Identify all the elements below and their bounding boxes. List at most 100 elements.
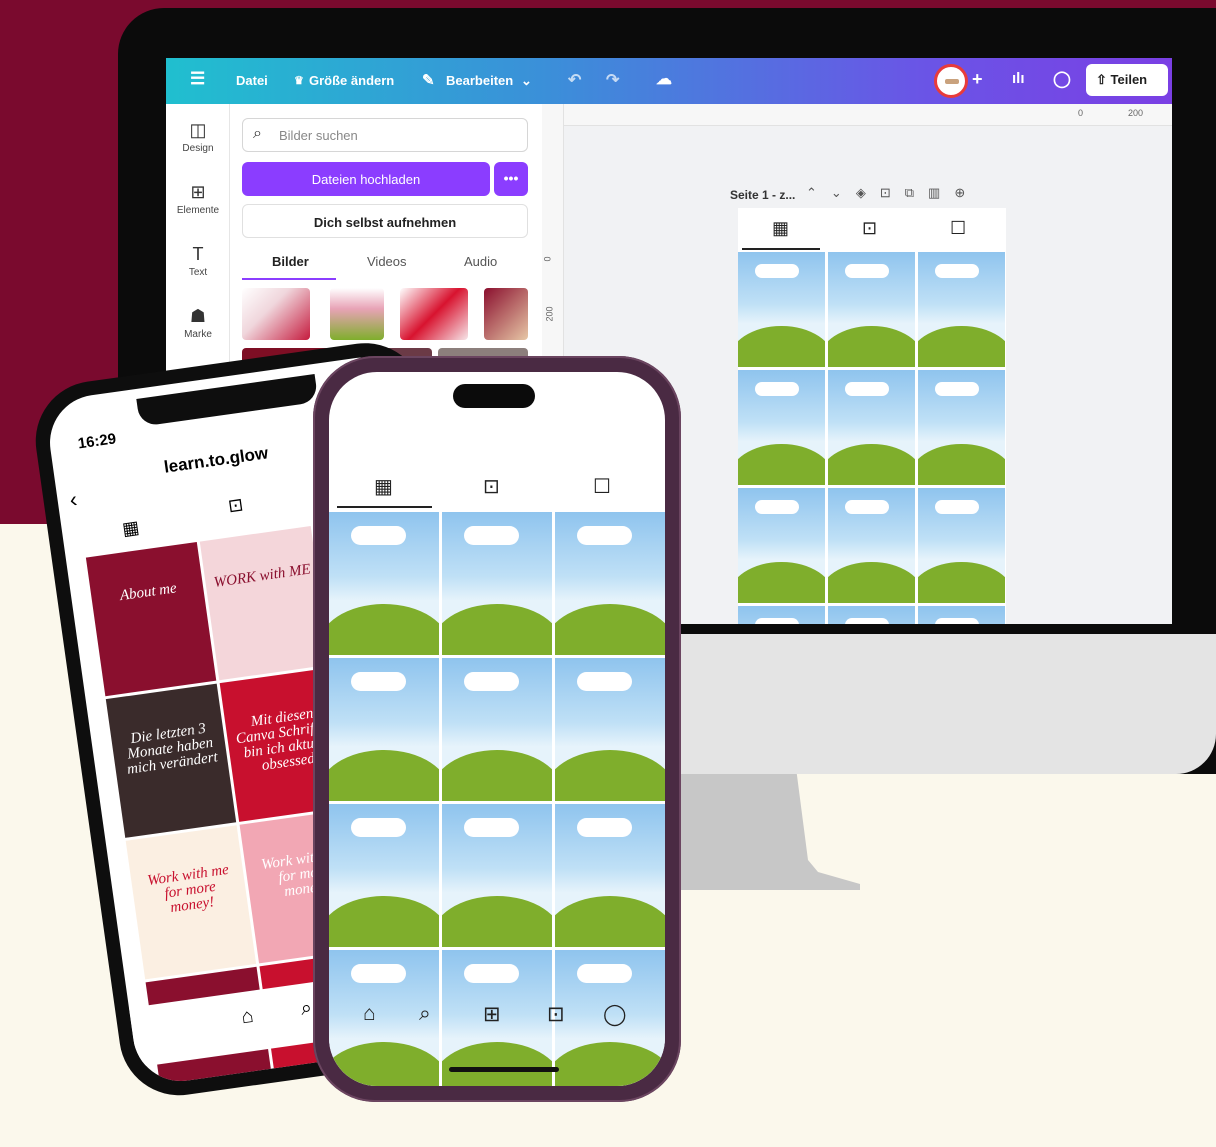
chevron-down-icon[interactable]: ⌄	[521, 73, 532, 89]
share-icon: ⇧	[1096, 72, 1111, 87]
edit-menu[interactable]: Bearbeiten	[446, 73, 513, 88]
hide-icon[interactable]: ◈	[856, 185, 880, 200]
cloud-shape	[464, 526, 519, 545]
post-placeholder[interactable]	[442, 804, 552, 947]
post-placeholder[interactable]	[828, 370, 915, 485]
comment-icon[interactable]: ◯	[1053, 69, 1071, 89]
post-placeholder[interactable]	[918, 488, 1005, 603]
file-menu[interactable]: Datei	[236, 73, 268, 88]
text-icon: T	[192, 244, 204, 264]
hill-shape	[555, 1041, 665, 1086]
hill-shape	[442, 749, 552, 801]
tab-images[interactable]: Bilder	[272, 254, 309, 269]
rail-elements[interactable]: ⊞ Elemente	[166, 182, 230, 216]
redo-icon[interactable]: ↷	[606, 70, 619, 90]
lock-icon[interactable]: ⊡	[880, 185, 905, 200]
chevron-down-icon[interactable]: ⌄	[831, 185, 856, 200]
ruler-tick: 200	[544, 306, 555, 322]
post-placeholder[interactable]	[442, 512, 552, 655]
reels-icon[interactable]: ⊡	[547, 1002, 565, 1027]
post-placeholder[interactable]	[918, 252, 1005, 367]
reels-icon[interactable]: ⊡	[227, 494, 245, 517]
profile-icon[interactable]: ◯	[603, 1002, 627, 1027]
trash-icon[interactable]: ▥	[928, 185, 954, 200]
design-page[interactable]: ▦ ⊡ ☐	[738, 208, 1006, 624]
home-icon[interactable]: ⌂	[240, 1005, 255, 1029]
hill-shape	[828, 325, 915, 367]
search-input[interactable]: ⌕ Bilder suchen	[242, 118, 528, 152]
grid-icon[interactable]: ▦	[772, 218, 789, 239]
rail-design[interactable]: ◫ Design	[166, 120, 230, 154]
post-placeholder[interactable]	[918, 370, 1005, 485]
more-options-button[interactable]: •••	[494, 162, 528, 196]
home-icon[interactable]: ⌂	[363, 1002, 376, 1026]
post-placeholder[interactable]	[329, 658, 439, 801]
post-placeholder[interactable]	[442, 658, 552, 801]
upload-files-button[interactable]: Dateien hochladen	[242, 162, 490, 196]
tagged-icon[interactable]: ☐	[593, 474, 611, 499]
insights-icon[interactable]: ılı	[1012, 70, 1025, 87]
monitor-stand	[670, 760, 860, 890]
chevron-up-icon[interactable]: ⌃	[806, 185, 831, 200]
tab-audio[interactable]: Audio	[464, 254, 497, 269]
post-placeholder[interactable]	[738, 606, 825, 624]
post-tile[interactable]: WORK with ME	[199, 525, 331, 681]
undo-icon[interactable]: ↶	[568, 70, 581, 90]
profile-tabs: ▦ ⊡ ☐	[738, 208, 1006, 252]
post-placeholder[interactable]	[738, 488, 825, 603]
cloud-shape	[755, 381, 799, 397]
search-icon: ⌕	[253, 125, 262, 142]
cloud-shape	[577, 818, 632, 837]
duplicate-icon[interactable]: ⧉	[905, 185, 928, 200]
grid-icon[interactable]: ▦	[121, 517, 141, 540]
post-placeholder[interactable]	[555, 512, 665, 655]
avatar[interactable]	[934, 64, 968, 98]
resize-button[interactable]: Größe ändern	[309, 73, 394, 88]
post-placeholder[interactable]	[555, 804, 665, 947]
hill-shape	[828, 561, 915, 603]
back-icon[interactable]: ‹	[68, 486, 79, 513]
rail-text[interactable]: T Text	[166, 244, 230, 278]
upload-thumbnail[interactable]	[400, 288, 468, 340]
cloud-shape	[845, 499, 889, 515]
profile-username: learn.to.glow	[162, 443, 270, 477]
add-page-icon[interactable]: ⊕	[954, 185, 979, 200]
post-placeholder[interactable]	[828, 252, 915, 367]
post-placeholder[interactable]	[738, 370, 825, 485]
share-button[interactable]: ⇧ Teilen	[1086, 64, 1168, 96]
tab-videos[interactable]: Videos	[367, 254, 407, 269]
upload-thumbnail[interactable]	[242, 288, 310, 340]
post-text: Die letzten 3 Monate haben mich veränder…	[126, 720, 219, 778]
cloud-save-icon[interactable]: ☁	[656, 69, 672, 89]
post-tile[interactable]: Work with me for more money!	[125, 825, 257, 980]
upload-thumbnail[interactable]	[330, 288, 384, 340]
rail-label: Elemente	[176, 205, 220, 216]
upload-thumbnail[interactable]	[484, 288, 528, 340]
add-icon[interactable]: ⊞	[483, 1002, 501, 1027]
post-placeholder[interactable]	[329, 512, 439, 655]
search-icon[interactable]: ⌕	[299, 997, 313, 1021]
crown-icon: ♛	[294, 75, 304, 87]
post-placeholder[interactable]	[555, 658, 665, 801]
tagged-icon[interactable]: ☐	[950, 218, 966, 239]
post-grid	[329, 512, 665, 1086]
reels-icon[interactable]: ⊡	[483, 474, 500, 499]
post-tile[interactable]: Die letzten 3 Monate haben mich veränder…	[105, 683, 237, 838]
hamburger-icon[interactable]: ☰	[190, 69, 205, 89]
rail-brand[interactable]: ☗ Marke	[166, 306, 230, 340]
search-icon[interactable]: ⌕	[419, 1002, 431, 1026]
grid-icon[interactable]: ▦	[374, 474, 393, 499]
post-placeholder[interactable]	[329, 804, 439, 947]
post-placeholder[interactable]	[918, 606, 1005, 624]
brand-icon: ☗	[189, 306, 207, 326]
add-collaborator-icon[interactable]: +	[972, 69, 983, 90]
post-tile[interactable]: About me	[85, 541, 217, 697]
post-placeholder[interactable]	[828, 488, 915, 603]
post-placeholder[interactable]	[738, 252, 825, 367]
cloud-shape	[464, 818, 519, 837]
record-yourself-button[interactable]: Dich selbst aufnehmen	[242, 204, 528, 238]
page-title[interactable]: Seite 1 - z...	[730, 188, 795, 202]
reels-icon[interactable]: ⊡	[862, 218, 877, 239]
hill-shape	[828, 443, 915, 485]
post-placeholder[interactable]	[828, 606, 915, 624]
